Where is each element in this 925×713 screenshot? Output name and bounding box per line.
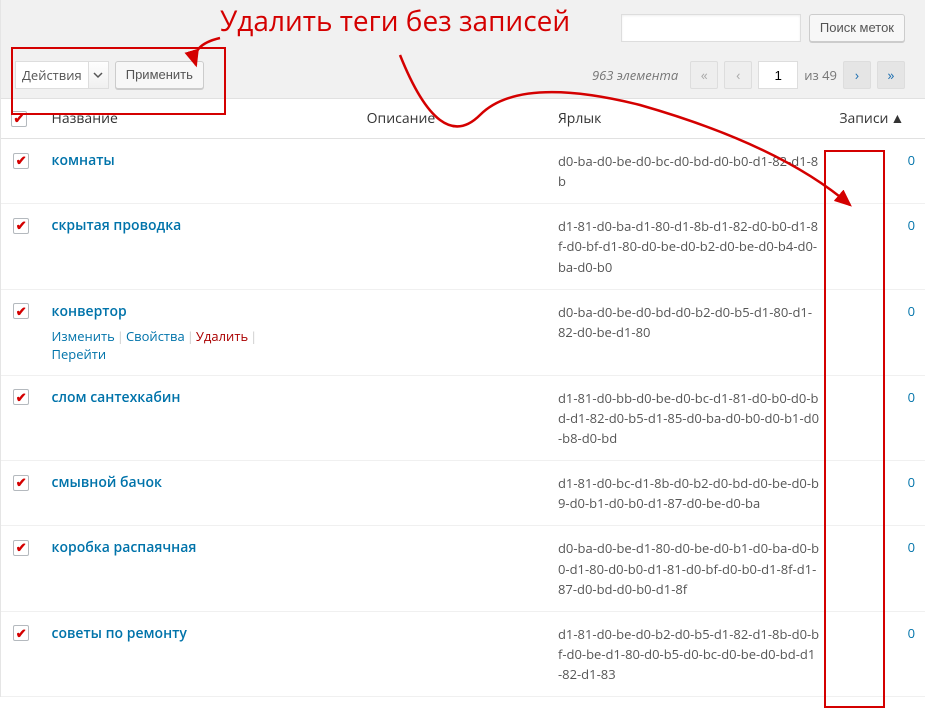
row-title-link[interactable]: слом сантехкабин bbox=[52, 388, 181, 407]
row-posts-link[interactable]: 0 bbox=[908, 216, 915, 234]
row-title-link[interactable]: комнаты bbox=[52, 151, 115, 170]
row-title-link[interactable]: конвертор bbox=[52, 302, 127, 321]
table-row: комнаты d0-ba-d0-be-d0-bc-d0-bd-d0-b0-d1-… bbox=[1, 139, 925, 204]
table-row: конвертор Изменить|Свойства|Удалить|Перей… bbox=[1, 289, 925, 375]
row-checkbox[interactable] bbox=[13, 303, 29, 319]
table-row: советы по ремонту d1-81-d0-be-d0-b2-d0-b5… bbox=[1, 611, 925, 696]
row-title-link[interactable]: смывной бачок bbox=[52, 473, 162, 492]
row-slug: d1-81-d0-bc-d1-8b-d0-b2-d0-bd-d0-be-d0-b… bbox=[548, 461, 829, 526]
row-slug: d0-ba-d0-be-d1-80-d0-be-d0-b1-d0-ba-d0-b… bbox=[548, 526, 829, 611]
table-row: смывной бачок d1-81-d0-bc-d1-8b-d0-b2-d0-… bbox=[1, 461, 925, 526]
row-slug: d0-ba-d0-be-d0-bd-d0-b2-d0-b5-d1-80-d1-8… bbox=[548, 289, 829, 375]
row-checkbox[interactable] bbox=[13, 218, 29, 234]
row-slug: d1-81-d0-be-d0-b2-d0-b5-d1-82-d1-8b-d0-b… bbox=[548, 611, 829, 696]
column-posts[interactable]: Записи▲ bbox=[829, 99, 925, 139]
row-posts-link[interactable]: 0 bbox=[908, 151, 915, 169]
page-last-button[interactable]: » bbox=[877, 61, 905, 89]
row-description bbox=[357, 289, 548, 375]
delete-link[interactable]: Удалить bbox=[196, 327, 248, 345]
row-checkbox[interactable] bbox=[13, 625, 29, 641]
column-description[interactable]: Описание bbox=[357, 99, 548, 139]
row-checkbox[interactable] bbox=[13, 540, 29, 556]
row-description bbox=[357, 526, 548, 611]
row-posts-link[interactable]: 0 bbox=[908, 388, 915, 406]
row-posts-link[interactable]: 0 bbox=[908, 302, 915, 320]
row-slug: d0-ba-d0-be-d0-bc-d0-bd-d0-b0-d1-82-d1-8… bbox=[548, 139, 829, 204]
column-slug[interactable]: Ярлык bbox=[548, 99, 829, 139]
page-first-button[interactable]: « bbox=[690, 61, 718, 89]
edit-link[interactable]: Изменить bbox=[52, 327, 115, 345]
row-slug: d1-81-d0-bb-d0-be-d0-bc-d1-81-d0-b0-d0-b… bbox=[548, 375, 829, 460]
row-posts-link[interactable]: 0 bbox=[908, 538, 915, 556]
search-button[interactable]: Поиск меток bbox=[809, 14, 905, 42]
row-posts-link[interactable]: 0 bbox=[908, 473, 915, 491]
row-checkbox[interactable] bbox=[13, 389, 29, 405]
row-title-link[interactable]: скрытая проводка bbox=[52, 216, 182, 235]
row-title-link[interactable]: советы по ремонту bbox=[52, 624, 187, 643]
page-current-input[interactable] bbox=[758, 61, 798, 89]
view-link[interactable]: Перейти bbox=[52, 345, 107, 363]
quickedit-link[interactable]: Свойства bbox=[126, 327, 185, 345]
row-description bbox=[357, 461, 548, 526]
table-row: слом сантехкабин d1-81-d0-bb-d0-be-d0-bc-… bbox=[1, 375, 925, 460]
annotation-box-bulk bbox=[11, 47, 226, 115]
row-description bbox=[357, 611, 548, 696]
row-description bbox=[357, 139, 548, 204]
page-of-label: из 49 bbox=[804, 66, 837, 84]
row-checkbox[interactable] bbox=[13, 153, 29, 169]
pagination: 963 элемента « ‹ из 49 › » bbox=[592, 61, 905, 89]
row-description bbox=[357, 204, 548, 289]
sort-asc-icon: ▲ bbox=[890, 109, 904, 128]
row-slug: d1-81-d0-ba-d1-80-d1-8b-d1-82-d0-b0-d1-8… bbox=[548, 204, 829, 289]
row-title-link[interactable]: коробка распаячная bbox=[52, 538, 197, 557]
row-actions: Изменить|Свойства|Удалить|Перейти bbox=[52, 327, 347, 363]
annotation-title: Удалить теги без записей bbox=[220, 2, 570, 40]
row-posts-link[interactable]: 0 bbox=[908, 624, 915, 642]
table-row: коробка распаячная d0-ba-d0-be-d1-80-d0-b… bbox=[1, 526, 925, 611]
row-description bbox=[357, 375, 548, 460]
row-checkbox[interactable] bbox=[13, 475, 29, 491]
page-prev-button[interactable]: ‹ bbox=[724, 61, 752, 89]
page-next-button[interactable]: › bbox=[843, 61, 871, 89]
tags-table: Название Описание Ярлык Записи▲ комнатыd… bbox=[1, 98, 925, 697]
items-count: 963 элемента bbox=[592, 66, 678, 84]
table-row: скрытая проводка d1-81-d0-ba-d1-80-d1-8b-… bbox=[1, 204, 925, 289]
annotation-box-posts bbox=[824, 150, 885, 708]
search-input[interactable] bbox=[621, 14, 801, 42]
